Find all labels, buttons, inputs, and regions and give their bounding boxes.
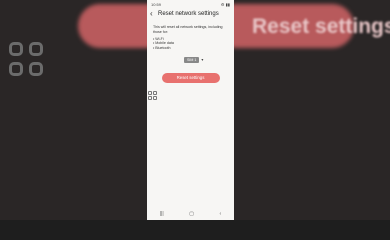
list-item: • Bluetooth xyxy=(153,46,171,51)
back-arrow-icon[interactable]: ‹ xyxy=(150,10,158,18)
blurred-background-right: Reset settings xyxy=(234,0,390,220)
blurred-label: Reset settings xyxy=(252,15,390,38)
sim-selector[interactable]: SIM 1 ▾ xyxy=(184,56,234,63)
status-time: 10:59 xyxy=(151,1,162,7)
home-icon[interactable]: ▢ xyxy=(189,211,194,217)
sim-selector-value[interactable]: SIM 1 xyxy=(184,56,200,63)
navigation-bar: ||| ▢ ‹ xyxy=(147,208,234,220)
page-header: ‹ Reset network settings xyxy=(147,8,234,20)
back-icon[interactable]: ‹ xyxy=(220,211,222,217)
blurred-button-shape xyxy=(78,4,150,48)
description-text: This will reset all network settings, in… xyxy=(153,25,223,34)
page-title: Reset network settings xyxy=(158,11,219,17)
phone-screen: 10:59 ⚙ ▮▮ ‹ Reset network settings This… xyxy=(147,0,234,220)
chevron-down-icon[interactable]: ▾ xyxy=(201,57,203,62)
recents-icon[interactable]: ||| xyxy=(160,211,164,217)
affected-settings-list: • Wi-Fi • Mobile data • Bluetooth xyxy=(147,37,234,51)
status-icons: ⚙ ▮▮ xyxy=(220,1,230,7)
status-bar: 10:59 ⚙ ▮▮ xyxy=(147,0,234,8)
apps-grid-icon xyxy=(148,91,157,100)
apps-grid-icon xyxy=(9,42,45,78)
blurred-background-left xyxy=(0,0,150,220)
reset-settings-button[interactable]: Reset settings xyxy=(161,72,220,83)
